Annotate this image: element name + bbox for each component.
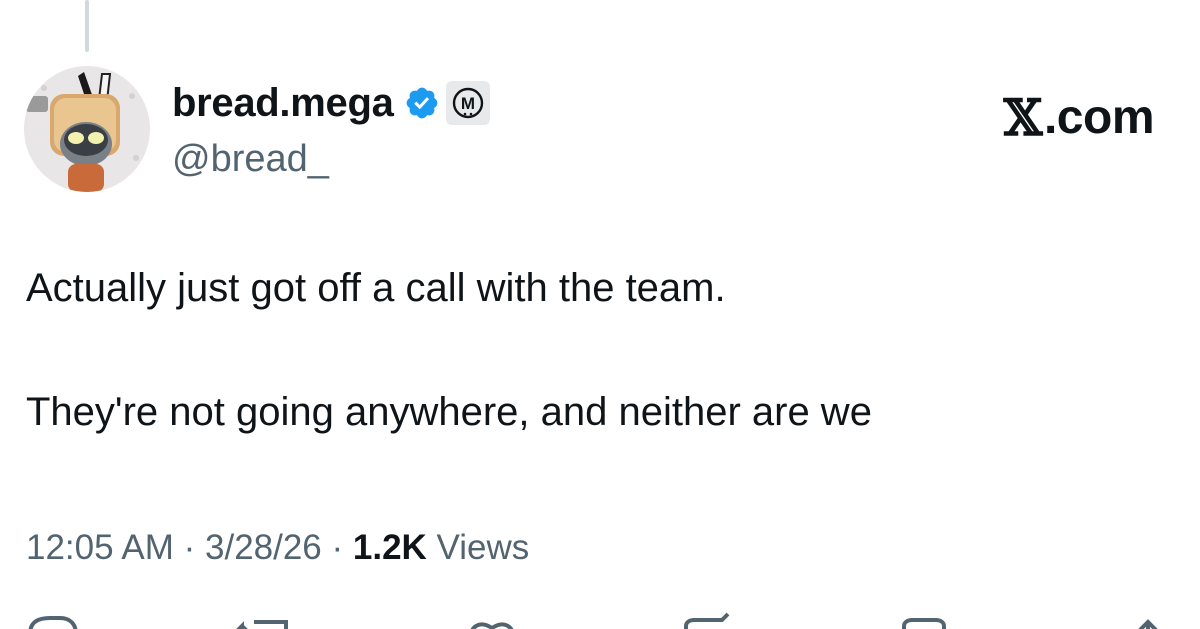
affiliate-badge-letter: M xyxy=(460,94,474,113)
tweet-line-1: Actually just got off a call with the te… xyxy=(26,266,726,310)
author-handle[interactable]: @bread_ xyxy=(172,140,490,178)
tweet-metadata: 12:05 AM · 3/28/26 · 1.2K Views xyxy=(26,528,529,568)
views-count[interactable]: 1.2K xyxy=(353,528,427,567)
verified-badge-icon xyxy=(404,85,440,121)
x-brand-logo: 𝕏 .com xyxy=(1003,88,1155,147)
share-icon[interactable] xyxy=(1126,612,1170,629)
reply-icon[interactable] xyxy=(26,612,116,629)
meta-separator: · xyxy=(173,528,205,567)
avatar-image xyxy=(24,66,150,192)
like-icon[interactable] xyxy=(466,612,586,629)
tweet-action-bar xyxy=(0,612,1200,629)
tweet-date[interactable]: 3/28/26 xyxy=(205,528,322,567)
author-display-name[interactable]: bread.mega xyxy=(172,83,394,123)
thread-connector-line xyxy=(85,0,89,52)
brand-label: .com xyxy=(1043,91,1155,144)
avatar[interactable] xyxy=(24,66,150,192)
tweet-time[interactable]: 12:05 AM xyxy=(26,528,174,567)
x-logo-icon: 𝕏 xyxy=(1003,88,1043,147)
tweet-text: Actually just got off a call with the te… xyxy=(26,268,1176,432)
views-label: Views xyxy=(426,528,530,567)
bookmark-save-icon[interactable] xyxy=(900,612,950,629)
meta-separator: · xyxy=(321,528,353,567)
tweet-line-2: They're not going anywhere, and neither … xyxy=(26,390,872,434)
retweet-icon[interactable] xyxy=(236,612,346,629)
bookmark-icon[interactable] xyxy=(682,612,742,629)
affiliate-badge-icon[interactable]: M xyxy=(445,81,490,125)
